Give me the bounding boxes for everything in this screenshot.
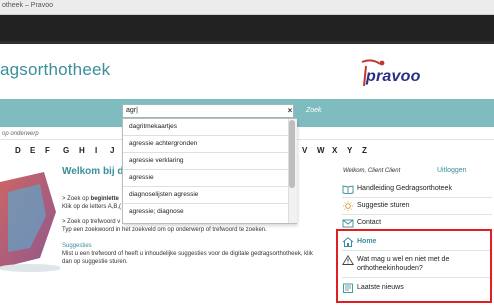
browser-tab-title: otheek – Pravoo bbox=[2, 2, 53, 9]
letter-w[interactable]: W bbox=[317, 146, 325, 155]
letter-e[interactable]: E bbox=[30, 146, 35, 155]
letter-g[interactable]: G bbox=[63, 146, 69, 155]
instruction-line-4: Typ een zoekwoord in het zoekveld om op … bbox=[62, 227, 267, 233]
sidebar-item-label: Suggestie sturen bbox=[357, 202, 410, 209]
decorative-photo bbox=[0, 172, 60, 272]
instruction-line-2: Klik op de letters A,B,( bbox=[62, 204, 122, 210]
suggestion-item[interactable]: dagritmekaartjes bbox=[123, 119, 289, 136]
letter-y[interactable]: Y bbox=[347, 146, 352, 155]
envelope-icon bbox=[342, 219, 354, 228]
suggestion-item[interactable]: agressie; diagnose bbox=[123, 204, 289, 221]
suggestion-item[interactable]: agressie bbox=[123, 170, 289, 187]
letter-f[interactable]: F bbox=[45, 146, 50, 155]
search-button[interactable]: Zoek bbox=[306, 104, 336, 118]
book-icon bbox=[342, 185, 354, 194]
letter-j[interactable]: J bbox=[110, 146, 114, 155]
letter-x[interactable]: X bbox=[332, 146, 337, 155]
autocomplete-dropdown: dagritmekaartjes agressie achtergronden … bbox=[122, 118, 297, 224]
instruction-line-3: > Zoek op trefwoord v bbox=[62, 219, 121, 225]
letter-v[interactable]: V bbox=[302, 146, 307, 155]
letter-h[interactable]: H bbox=[79, 146, 85, 155]
suggestion-item[interactable]: agressie achtergronden bbox=[123, 136, 289, 153]
letter-i[interactable]: I bbox=[95, 146, 97, 155]
highlight-annotation-box bbox=[336, 229, 492, 303]
logout-link[interactable]: Uitloggen bbox=[437, 167, 467, 174]
dropdown-scrollbar-thumb[interactable] bbox=[289, 120, 295, 188]
letter-d[interactable]: D bbox=[15, 146, 21, 155]
logo-text: pravoo bbox=[366, 68, 421, 85]
site-title[interactable]: agsorthotheek bbox=[0, 60, 110, 80]
top-dark-bar bbox=[0, 15, 494, 41]
search-input[interactable]: agr| bbox=[122, 104, 294, 118]
search-clear-button[interactable]: × bbox=[284, 104, 296, 118]
suggestions-heading: Suggesties bbox=[62, 243, 92, 249]
sidebar-divider bbox=[342, 214, 492, 215]
browser-title-bar: otheek – Pravoo bbox=[0, 0, 494, 15]
instruction-line-1-bold: beginlette bbox=[90, 196, 119, 202]
suggestion-item[interactable]: diagnoselijsten agressie bbox=[123, 187, 289, 204]
instruction-line-1: > Zoek op beginlette bbox=[62, 195, 119, 203]
sidebar-item-label: Contact bbox=[357, 219, 382, 226]
instruction-line-1-prefix: > Zoek op bbox=[62, 196, 91, 202]
suggestions-text-2: dan op suggestie sturen. bbox=[62, 259, 128, 265]
site-title-text: agsorthotheek bbox=[0, 60, 111, 79]
sidebar-item-label: Handleiding Gedragsorthoteek bbox=[357, 185, 452, 192]
letter-z[interactable]: Z bbox=[362, 146, 367, 155]
sub-row-label[interactable]: op onderwerp bbox=[2, 131, 39, 137]
suggestions-text-1: Mist u een trefwoord of heeft u inhoudel… bbox=[62, 251, 313, 257]
sidebar-divider bbox=[342, 197, 492, 198]
suggestion-item[interactable]: agressie verklaring bbox=[123, 153, 289, 170]
welcome-user-text: Welkom, Client Client bbox=[343, 168, 401, 174]
lightbulb-icon bbox=[343, 201, 353, 211]
